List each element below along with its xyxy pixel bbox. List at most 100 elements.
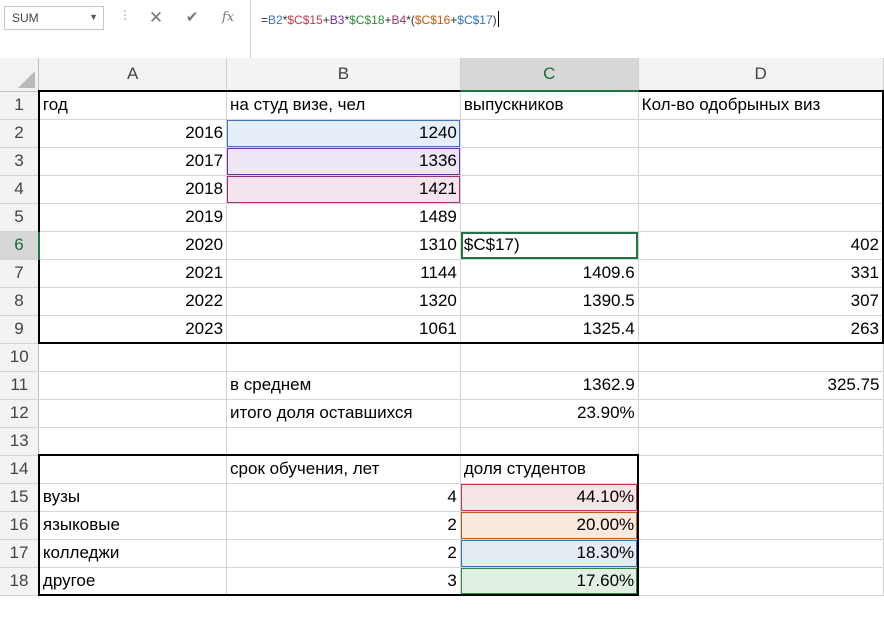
cell-a9[interactable]: 2023: [37, 315, 228, 344]
cell-a5[interactable]: 2019: [37, 203, 228, 232]
cell-b3[interactable]: 1336: [226, 147, 461, 176]
cell-a4[interactable]: 2018: [37, 175, 228, 204]
cell-c6[interactable]: $C$17): [460, 231, 639, 260]
cell-b17[interactable]: 2: [226, 539, 461, 568]
cell-b5[interactable]: 1489: [226, 203, 461, 232]
cell-c12[interactable]: 23.90%: [460, 399, 639, 428]
row-header[interactable]: 13: [0, 427, 40, 456]
cell-a18[interactable]: другое: [37, 567, 228, 596]
cell-b8[interactable]: 1320: [226, 287, 461, 316]
column-header-a[interactable]: A: [38, 58, 228, 92]
row-header[interactable]: 6: [0, 231, 40, 260]
cell-c14[interactable]: доля студентов: [460, 455, 640, 484]
row-header[interactable]: 4: [0, 175, 40, 204]
cell-d5[interactable]: [638, 203, 884, 232]
cell-b10[interactable]: [226, 343, 461, 372]
cell-c3[interactable]: [460, 147, 639, 176]
cell-a10[interactable]: [38, 343, 228, 372]
cell-a3[interactable]: 2017: [37, 147, 228, 176]
cell-c9[interactable]: 1325.4: [460, 315, 639, 344]
row-header[interactable]: 18: [0, 567, 40, 596]
column-header-d[interactable]: D: [638, 58, 884, 92]
cell-a14[interactable]: [37, 455, 228, 484]
cell-c8[interactable]: 1390.5: [460, 287, 639, 316]
row-header[interactable]: 10: [0, 343, 40, 372]
cell-d3[interactable]: [638, 147, 884, 176]
cell-a12[interactable]: [38, 399, 228, 428]
row-header[interactable]: 5: [0, 203, 40, 232]
cell-d16[interactable]: [638, 511, 884, 540]
cell-b2[interactable]: 1240: [226, 119, 461, 148]
row-header[interactable]: 11: [0, 371, 40, 400]
cell-b11[interactable]: в среднем: [226, 371, 461, 400]
cell-b7[interactable]: 1144: [226, 259, 461, 288]
cell-a1[interactable]: год: [37, 90, 228, 120]
row-header[interactable]: 9: [0, 315, 40, 344]
drag-handle-icon[interactable]: ⋮: [119, 8, 131, 22]
cell-d7[interactable]: 331: [638, 259, 884, 288]
cell-b13[interactable]: [226, 427, 461, 456]
cell-c17[interactable]: 18.30%: [460, 539, 640, 568]
cell-d13[interactable]: [638, 427, 884, 456]
cell-b16[interactable]: 2: [226, 511, 461, 540]
cell-d4[interactable]: [638, 175, 884, 204]
cell-b6[interactable]: 1310: [226, 231, 461, 260]
cell-b15[interactable]: 4: [226, 483, 461, 512]
chevron-down-icon[interactable]: ▼: [89, 12, 98, 22]
cell-b9[interactable]: 1061: [226, 315, 461, 344]
cell-c5[interactable]: [460, 203, 639, 232]
cell-c1[interactable]: выпускников: [460, 90, 639, 120]
cell-d9[interactable]: 263: [638, 315, 884, 344]
cell-d17[interactable]: [638, 539, 884, 568]
cell-d6[interactable]: 402: [638, 231, 884, 260]
row-header[interactable]: 1: [0, 91, 40, 120]
cell-d1[interactable]: Кол-во одобрыных виз: [638, 90, 884, 120]
cell-d14[interactable]: [638, 455, 884, 484]
cell-a2[interactable]: 2016: [37, 119, 228, 148]
cell-c18[interactable]: 17.60%: [460, 567, 640, 596]
cell-a13[interactable]: [38, 427, 228, 456]
enter-button[interactable]: ✔: [178, 6, 206, 30]
cell-b18[interactable]: 3: [226, 567, 461, 596]
cell-d2[interactable]: [638, 119, 884, 148]
cell-b1[interactable]: на студ визе, чел: [226, 90, 461, 120]
cell-c11[interactable]: 1362.9: [460, 371, 639, 400]
row-header[interactable]: 12: [0, 399, 40, 428]
cancel-button[interactable]: ✕: [142, 6, 170, 30]
insert-function-button[interactable]: fx: [214, 6, 242, 30]
column-header-c[interactable]: C: [460, 58, 639, 92]
cell-a6[interactable]: 2020: [37, 231, 228, 260]
cell-c16[interactable]: 20.00%: [460, 511, 640, 540]
row-header[interactable]: 16: [0, 511, 40, 540]
row-header[interactable]: 14: [0, 455, 40, 484]
row-header[interactable]: 8: [0, 287, 40, 316]
row-header[interactable]: 7: [0, 259, 40, 288]
cell-d12[interactable]: [638, 399, 884, 428]
cell-b14[interactable]: срок обучения, лет: [226, 455, 461, 484]
cell-c2[interactable]: [460, 119, 639, 148]
cell-a8[interactable]: 2022: [37, 287, 228, 316]
cell-a15[interactable]: вузы: [37, 483, 228, 512]
cell-d10[interactable]: [638, 343, 884, 372]
cell-d18[interactable]: [638, 567, 884, 596]
name-box[interactable]: SUM ▼: [4, 6, 104, 30]
cell-c13[interactable]: [460, 427, 639, 456]
select-all-button[interactable]: [0, 58, 40, 92]
cell-a16[interactable]: языковые: [37, 511, 228, 540]
cell-d11[interactable]: 325.75: [638, 371, 884, 400]
row-header[interactable]: 17: [0, 539, 40, 568]
cell-c7[interactable]: 1409.6: [460, 259, 639, 288]
cell-c10[interactable]: [460, 343, 639, 372]
row-header[interactable]: 15: [0, 483, 40, 512]
cell-c15[interactable]: 44.10%: [460, 483, 640, 512]
cell-d15[interactable]: [638, 483, 884, 512]
cell-d8[interactable]: 307: [638, 287, 884, 316]
cell-b12[interactable]: итого доля оставшихся: [226, 399, 461, 428]
row-header[interactable]: 2: [0, 119, 40, 148]
column-header-b[interactable]: B: [226, 58, 461, 92]
cell-a17[interactable]: колледжи: [37, 539, 228, 568]
cell-b4[interactable]: 1421: [226, 175, 461, 204]
cell-c4[interactable]: [460, 175, 639, 204]
row-header[interactable]: 3: [0, 147, 40, 176]
formula-input[interactable]: =B2*$C$15+B3*$C$18+B4*($C$16+$C$17): [250, 0, 884, 58]
